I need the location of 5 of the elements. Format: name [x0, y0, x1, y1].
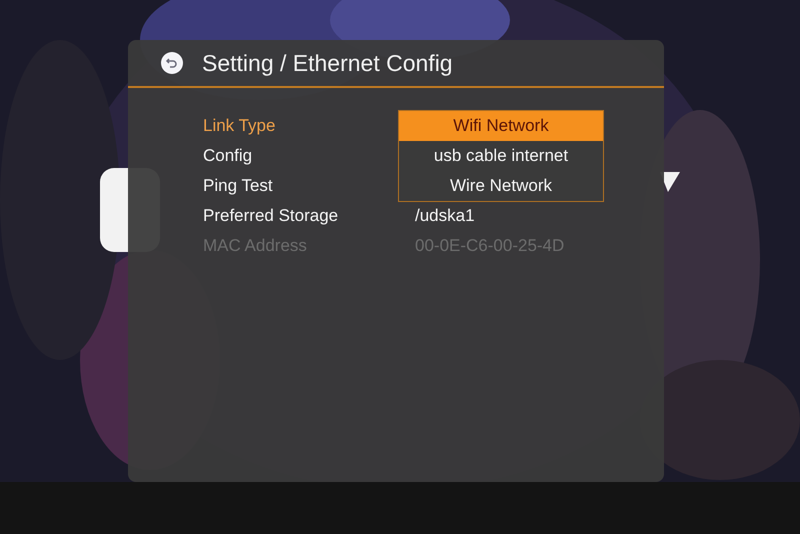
setting-value: /udska1 — [415, 206, 475, 226]
window-title: Setting / Ethernet Config — [202, 50, 453, 76]
back-icon[interactable] — [160, 51, 184, 75]
menu-item[interactable]: Preferred Storage — [203, 206, 413, 226]
dropdown-option[interactable]: Wifi Network — [399, 111, 603, 141]
